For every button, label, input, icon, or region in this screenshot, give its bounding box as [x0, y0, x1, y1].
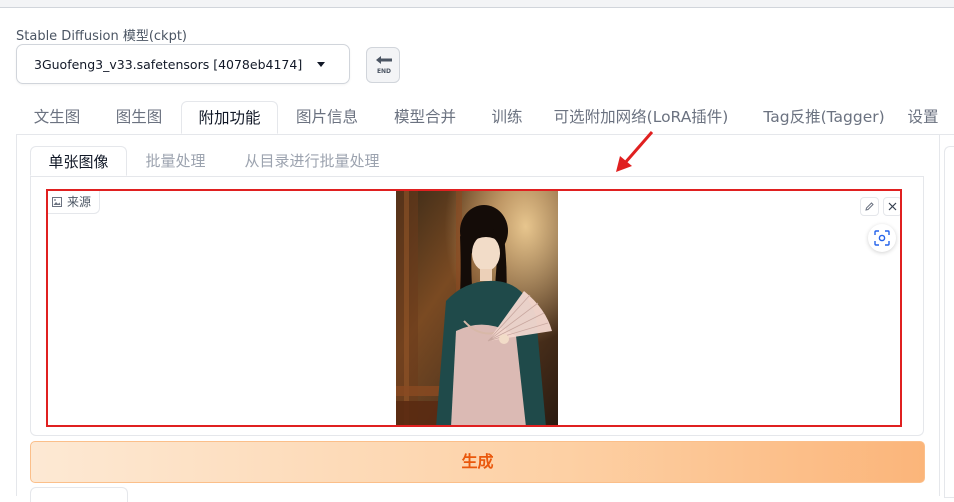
- end-button-text: END: [377, 68, 391, 75]
- tab-txt2img[interactable]: 文生图: [16, 101, 98, 134]
- pencil-icon: [865, 202, 874, 211]
- clear-button[interactable]: [883, 197, 900, 216]
- source-label: 来源: [48, 191, 101, 214]
- main-tabs: 文生图 图生图 附加功能 图片信息 模型合并 训练 可选附加网络(LoRA插件)…: [16, 101, 954, 135]
- source-image-dropzone[interactable]: 来源: [46, 189, 902, 427]
- tab-train[interactable]: 训练: [474, 101, 540, 134]
- model-select-value: 3Guofeng3_v33.safetensors [4078eb4174]: [34, 57, 303, 72]
- edit-button[interactable]: [860, 197, 879, 216]
- tab-tagger[interactable]: Tag反推(Tagger): [742, 101, 906, 134]
- subtab-single-image[interactable]: 单张图像: [30, 146, 127, 176]
- close-icon: [888, 202, 897, 211]
- tab-img2img[interactable]: 图生图: [98, 101, 180, 134]
- source-photo: [396, 191, 558, 425]
- annotation-arrow-icon: [616, 131, 654, 172]
- sub-tabs: 单张图像 批量处理 从目录进行批量处理: [30, 146, 924, 177]
- generate-button[interactable]: 生成: [30, 441, 925, 483]
- output-panel-edge: [944, 146, 954, 498]
- tab-extras[interactable]: 附加功能: [181, 101, 278, 134]
- image-icon: [52, 197, 62, 207]
- subtab-batch-process[interactable]: 批量处理: [127, 146, 224, 176]
- model-label: Stable Diffusion 模型(ckpt): [16, 29, 188, 44]
- chevron-down-icon: [317, 62, 325, 67]
- tab-model-merge[interactable]: 模型合并: [376, 101, 474, 134]
- source-label-text: 来源: [67, 195, 92, 209]
- tab-png-info[interactable]: 图片信息: [278, 101, 376, 134]
- model-select[interactable]: 3Guofeng3_v33.safetensors [4078eb4174]: [16, 44, 350, 84]
- tab-settings[interactable]: 设置: [898, 101, 948, 134]
- end-button[interactable]: END: [366, 47, 400, 83]
- webcam-capture-button[interactable]: [868, 224, 896, 252]
- end-arrow-icon: END: [376, 56, 392, 75]
- top-bar: [0, 0, 954, 8]
- camera-capture-icon: [874, 230, 890, 246]
- subtab-batch-from-directory[interactable]: 从目录进行批量处理: [224, 146, 400, 176]
- lower-tab-edge: [30, 487, 128, 502]
